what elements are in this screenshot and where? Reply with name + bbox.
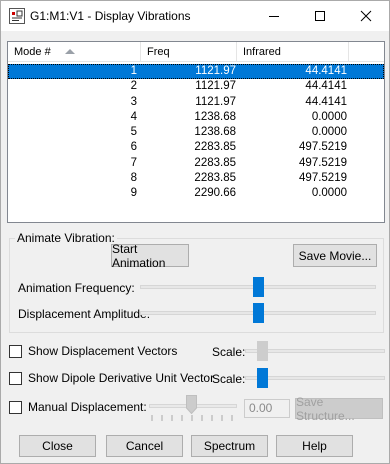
sort-ascending-icon <box>65 49 75 54</box>
cell-freq: 2283.85 <box>194 172 236 185</box>
animation-frequency-slider-thumb[interactable] <box>253 277 264 297</box>
column-header-infrared[interactable]: Infrared <box>237 42 349 62</box>
cell-infrared: 497.5219 <box>299 141 347 154</box>
cell-infrared: 44.4141 <box>305 65 347 77</box>
manual-displacement-label: Manual Displacement: <box>28 400 147 414</box>
close-window-button[interactable] <box>343 1 389 31</box>
cell-infrared: 497.5219 <box>299 156 347 169</box>
table-row[interactable]: 4 1238.68 0.0000 <box>8 110 384 125</box>
cell-infrared: 497.5219 <box>299 172 347 185</box>
cell-freq: 1238.68 <box>194 110 236 123</box>
cell-infrared: 0.0000 <box>311 110 347 123</box>
save-movie-button[interactable]: Save Movie... <box>293 244 377 267</box>
table-row[interactable]: 9 2290.66 0.0000 <box>8 186 384 201</box>
animate-vibration-label: Animate Vibration: <box>15 231 117 245</box>
cell-infrared: 0.0000 <box>311 126 347 139</box>
cell-freq: 2283.85 <box>194 156 236 169</box>
displacement-scale-label: Scale: <box>212 345 246 359</box>
cell-freq: 1238.68 <box>194 126 236 139</box>
start-animation-button[interactable]: Start Animation <box>111 242 189 270</box>
column-header-infrared-label: Infrared <box>243 46 281 58</box>
cell-mode: 5 <box>130 126 137 139</box>
cell-mode: 4 <box>130 110 137 123</box>
cell-mode: 7 <box>130 156 137 169</box>
cell-freq: 2283.85 <box>194 141 236 154</box>
app-icon <box>9 8 25 24</box>
help-button[interactable]: Help <box>276 435 353 457</box>
minimize-button[interactable] <box>251 1 297 31</box>
table-row[interactable]: 3 1121.97 44.4141 <box>8 95 384 110</box>
manual-displacement-checkbox[interactable] <box>9 401 22 414</box>
table-row[interactable]: 2 1121.97 44.4141 <box>8 79 384 94</box>
cell-mode: 8 <box>130 172 137 185</box>
cell-mode: 9 <box>130 187 137 200</box>
cell-freq: 1121.97 <box>195 95 236 108</box>
cell-mode: 6 <box>130 141 137 154</box>
manual-displacement-slider-thumb[interactable] <box>186 395 197 414</box>
list-rows: 1 1121.97 44.4141 2 1121.97 44.4141 3 11… <box>8 64 384 202</box>
cell-freq: 1121.97 <box>195 80 236 93</box>
show-displacement-vectors-label: Show Displacement Vectors <box>28 344 178 358</box>
cell-infrared: 44.4141 <box>305 95 347 108</box>
table-row[interactable]: 8 2283.85 497.5219 <box>8 171 384 186</box>
displacement-amplitude-slider-thumb[interactable] <box>253 303 264 323</box>
cell-freq: 2290.66 <box>194 187 236 200</box>
show-displacement-vectors-checkbox[interactable] <box>9 345 22 358</box>
window-title: G1:M1:V1 - Display Vibrations <box>30 9 191 23</box>
manual-displacement-slider-ticks <box>151 415 233 421</box>
dipole-scale-slider-thumb[interactable] <box>257 368 268 388</box>
cell-mode: 2 <box>130 80 137 93</box>
spectrum-button[interactable]: Spectrum <box>191 435 268 457</box>
minimize-icon <box>269 16 279 17</box>
show-dipole-vector-checkbox[interactable] <box>9 372 22 385</box>
animation-frequency-label: Animation Frequency: <box>18 281 135 295</box>
vibrations-list[interactable]: Mode # Freq Infrared 1 1121.97 44.4141 2… <box>7 41 385 223</box>
column-header-freq-label: Freq <box>147 46 170 58</box>
close-button[interactable]: Close <box>19 435 96 457</box>
cell-mode: 3 <box>130 95 137 108</box>
manual-displacement-value-field[interactable]: 0.00 <box>244 399 290 418</box>
table-row[interactable]: 6 2283.85 497.5219 <box>8 140 384 155</box>
show-dipole-vector-label: Show Dipole Derivative Unit Vector <box>28 371 215 385</box>
column-header-freq[interactable]: Freq <box>141 42 237 62</box>
save-structure-button[interactable]: Save Structure... <box>295 395 383 423</box>
cell-infrared: 0.0000 <box>311 187 347 200</box>
dipole-scale-label: Scale: <box>212 372 246 386</box>
cell-freq: 1121.97 <box>195 65 236 77</box>
cancel-button[interactable]: Cancel <box>106 435 183 457</box>
column-header-mode-label: Mode # <box>14 46 51 58</box>
table-row[interactable]: 1 1121.97 44.4141 <box>8 64 384 80</box>
table-row[interactable]: 7 2283.85 497.5219 <box>8 156 384 171</box>
title-bar[interactable]: G1:M1:V1 - Display Vibrations <box>1 1 389 31</box>
close-icon <box>360 10 372 22</box>
maximize-button[interactable] <box>297 1 343 31</box>
cell-mode: 1 <box>130 65 137 77</box>
cell-infrared: 44.4141 <box>305 80 347 93</box>
list-header: Mode # Freq Infrared <box>8 42 384 62</box>
column-header-mode[interactable]: Mode # <box>8 42 141 62</box>
display-vibrations-window: G1:M1:V1 - Display Vibrations Mode # Fre… <box>0 0 390 464</box>
table-row[interactable]: 5 1238.68 0.0000 <box>8 125 384 140</box>
displacement-scale-slider-thumb[interactable] <box>257 341 268 361</box>
maximize-icon <box>315 11 325 21</box>
displacement-amplitude-label: Displacement Amplitude: <box>18 307 151 321</box>
